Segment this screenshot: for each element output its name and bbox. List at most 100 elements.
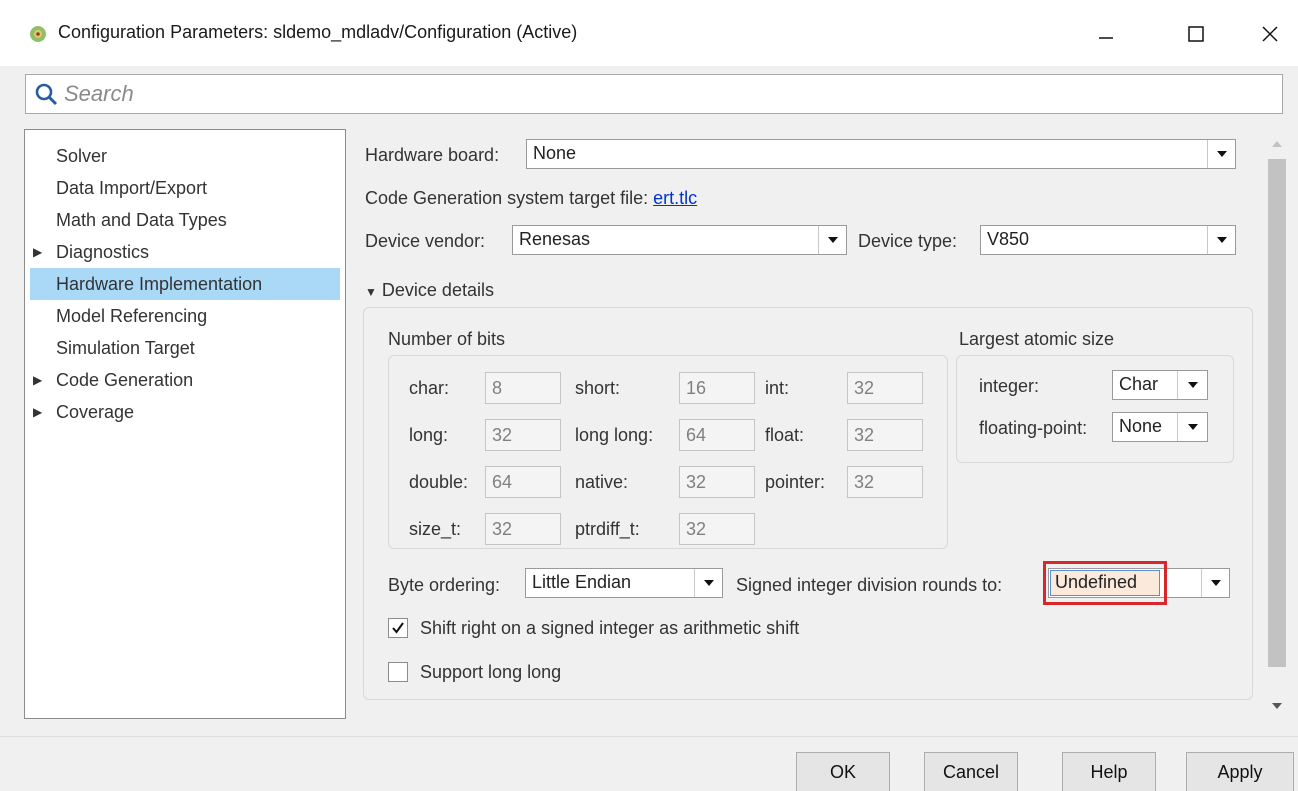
sidebar-item-solver[interactable]: Solver — [25, 140, 345, 172]
chevron-down-icon[interactable] — [1201, 569, 1229, 597]
window-title: Configuration Parameters: sldemo_mdladv/… — [58, 22, 578, 42]
sidebar-item-simulation-target[interactable]: Simulation Target — [25, 332, 345, 364]
int-label: int: — [765, 378, 790, 398]
maximize-button[interactable] — [1172, 14, 1220, 54]
atomic-fp-dropdown[interactable]: None — [1112, 412, 1208, 442]
expand-arrow-icon[interactable]: ▶ — [33, 236, 42, 268]
sidebar-item-label: Hardware Implementation — [56, 274, 263, 294]
sidebar-item-label: Simulation Target — [56, 338, 195, 358]
support-long-long-label: Support long long — [420, 662, 562, 682]
sidebar-item-label: Math and Data Types — [56, 210, 227, 230]
native-label: native: — [575, 472, 629, 492]
byte-ordering-dropdown[interactable]: Little Endian — [525, 568, 723, 598]
char-label: char: — [409, 378, 450, 398]
atomic-fp-value: None — [1119, 416, 1163, 436]
float-bits-field: 32 — [847, 419, 923, 451]
shift-right-checkbox[interactable] — [388, 618, 408, 638]
search-icon — [35, 83, 58, 106]
chevron-down-icon[interactable] — [1207, 226, 1235, 254]
chevron-down-icon[interactable] — [694, 569, 722, 597]
double-bits-field: 64 — [485, 466, 561, 498]
native-bits-field: 32 — [679, 466, 755, 498]
long-long-label: long long: — [575, 425, 654, 445]
sidebar-item-math-data-types[interactable]: Math and Data Types — [25, 204, 345, 236]
size-t-label: size_t: — [409, 519, 462, 539]
cancel-button[interactable]: Cancel — [924, 752, 1018, 791]
scroll-thumb[interactable] — [1268, 159, 1286, 667]
device-details-toggle[interactable]: ▼ Device details — [365, 279, 494, 303]
sidebar-item-diagnostics[interactable]: ▶ Diagnostics — [25, 236, 345, 268]
atomic-integer-value: Char — [1119, 374, 1159, 394]
atomic-fp-label: floating-point: — [979, 418, 1088, 438]
chevron-down-icon[interactable] — [1177, 371, 1207, 399]
device-details-panel: Number of bits char: 8 short: 16 int: 32… — [363, 307, 1253, 700]
size-t-bits-field: 32 — [485, 513, 561, 545]
checkmark-icon — [392, 622, 404, 634]
pointer-bits-field: 32 — [847, 466, 923, 498]
expand-arrow-icon[interactable]: ▶ — [33, 396, 42, 428]
sidebar-item-label: Diagnostics — [56, 242, 150, 262]
chevron-down-icon[interactable] — [1177, 413, 1207, 441]
float-label: float: — [765, 425, 805, 445]
maximize-icon — [1188, 26, 1204, 42]
atomic-integer-label: integer: — [979, 376, 1040, 396]
shift-right-label: Shift right on a signed integer as arith… — [420, 618, 800, 638]
ok-button[interactable]: OK — [796, 752, 890, 791]
number-of-bits-title: Number of bits — [388, 329, 506, 349]
sidebar-item-coverage[interactable]: ▶ Coverage — [25, 396, 345, 428]
scroll-up-icon[interactable] — [1272, 141, 1282, 147]
hardware-board-dropdown[interactable]: None — [526, 139, 1236, 169]
expand-arrow-icon[interactable]: ▶ — [33, 364, 42, 396]
long-long-bits-field: 64 — [679, 419, 755, 451]
atomic-size-title: Largest atomic size — [959, 329, 1115, 349]
short-bits-field: 16 — [679, 372, 755, 404]
sidebar-item-label: Code Generation — [56, 370, 194, 390]
ptrdiff-t-label: ptrdiff_t: — [575, 519, 640, 539]
close-button[interactable] — [1246, 14, 1294, 54]
minimize-icon — [1099, 37, 1113, 39]
target-file-link[interactable]: ert.tlc — [653, 188, 697, 208]
chevron-down-icon[interactable] — [1207, 140, 1235, 168]
signed-division-value: Undefined — [1055, 572, 1138, 592]
sidebar-item-label: Coverage — [56, 402, 135, 422]
scroll-down-icon[interactable] — [1272, 703, 1282, 709]
help-button[interactable]: Help — [1062, 752, 1156, 791]
vertical-scrollbar[interactable] — [1266, 129, 1288, 719]
device-vendor-dropdown[interactable]: Renesas — [512, 225, 847, 255]
sidebar-item-hardware-implementation[interactable]: Hardware Implementation — [30, 268, 340, 300]
chevron-down-icon[interactable] — [818, 226, 846, 254]
pointer-label: pointer: — [765, 472, 826, 492]
long-label: long: — [409, 425, 449, 445]
short-label: short: — [575, 378, 621, 398]
search-bar[interactable] — [25, 74, 1283, 114]
sidebar-item-label: Data Import/Export — [56, 178, 208, 198]
minimize-button[interactable] — [1082, 14, 1130, 54]
search-input[interactable] — [64, 79, 1264, 109]
device-type-label: Device type: — [858, 231, 958, 251]
support-long-long-checkbox[interactable] — [388, 662, 408, 682]
target-file-label: Code Generation system target file: ert.… — [365, 187, 697, 209]
sidebar-item-code-generation[interactable]: ▶ Code Generation — [25, 364, 345, 396]
atomic-integer-dropdown[interactable]: Char — [1112, 370, 1208, 400]
byte-ordering-label: Byte ordering: — [388, 575, 501, 595]
device-details-label: Device details — [381, 280, 494, 300]
collapse-arrow-icon: ▼ — [365, 285, 377, 299]
apply-button[interactable]: Apply — [1186, 752, 1294, 791]
device-vendor-label: Device vendor: — [365, 231, 486, 251]
device-type-value: V850 — [987, 229, 1030, 249]
number-of-bits-group: char: 8 short: 16 int: 32 long: 32 long … — [388, 355, 948, 549]
int-bits-field: 32 — [847, 372, 923, 404]
sidebar-item-label: Model Referencing — [56, 306, 208, 326]
device-type-dropdown[interactable]: V850 — [980, 225, 1236, 255]
hardware-board-label: Hardware board: — [365, 145, 500, 165]
ptrdiff-t-bits-field: 32 — [679, 513, 755, 545]
close-icon — [1262, 26, 1278, 42]
char-bits-field: 8 — [485, 372, 561, 404]
sidebar-item-label: Solver — [56, 146, 108, 166]
signed-division-label: Signed integer division rounds to: — [736, 575, 1003, 595]
footer-divider — [0, 736, 1298, 737]
sidebar-item-model-referencing[interactable]: Model Referencing — [25, 300, 345, 332]
sidebar-item-data-import-export[interactable]: Data Import/Export — [25, 172, 345, 204]
device-vendor-value: Renesas — [519, 229, 591, 249]
title-bar: Configuration Parameters: sldemo_mdladv/… — [0, 0, 1298, 66]
